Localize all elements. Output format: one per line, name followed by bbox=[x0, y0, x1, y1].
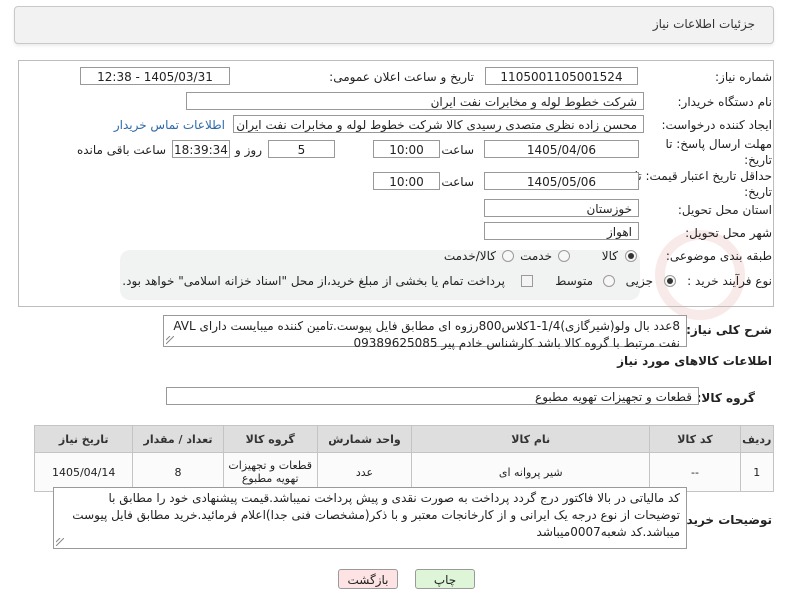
delivery-province-field: خوزستان bbox=[484, 199, 639, 217]
time-remaining-field: 18:39:34 bbox=[172, 140, 230, 158]
col-unit: واحد شمارش bbox=[316, 425, 413, 453]
reply-deadline-label: مهلت ارسال پاسخ: تا تاریخ: bbox=[665, 137, 772, 167]
buyer-notes-text: کد مالیاتی در بالا فاکتور درج گردد پرداخ… bbox=[72, 491, 680, 539]
col-need-date: تاریخ نیاز bbox=[33, 425, 134, 453]
cell-group: قطعات و تجهیزات تهویه مطبوع bbox=[222, 452, 318, 492]
delivery-city-field: اهواز bbox=[484, 222, 639, 240]
col-row-number: ردیف bbox=[739, 425, 775, 453]
cell-unit: عدد bbox=[316, 452, 413, 492]
back-button[interactable]: بازگشت bbox=[338, 569, 398, 589]
cell-quantity: 8 bbox=[132, 452, 224, 492]
resize-handle-icon[interactable] bbox=[166, 336, 174, 344]
col-item-name: نام کالا bbox=[411, 425, 651, 453]
print-button[interactable]: چاپ bbox=[415, 569, 475, 589]
page-header: جزئیات اطلاعات نیاز bbox=[14, 6, 774, 44]
category-option-service: خدمت bbox=[520, 249, 552, 263]
cell-need-date: 1405/04/14 bbox=[33, 452, 134, 492]
requester-label: ایجاد کننده درخواست: bbox=[661, 118, 772, 132]
days-remaining-field: 5 bbox=[268, 140, 335, 158]
process-type-label: نوع فرآیند خرید : bbox=[687, 274, 772, 288]
table-header-row: ردیف کد کالا نام کالا واحد شمارش گروه کا… bbox=[33, 425, 775, 453]
category-option-goods-service: کالا/خدمت bbox=[443, 249, 496, 263]
price-validity-time-label: ساعت bbox=[441, 175, 474, 189]
goods-group-label: گروه کالا: bbox=[696, 391, 755, 405]
time-remaining-label: ساعت باقی مانده bbox=[76, 143, 166, 157]
col-quantity: تعداد / مقدار bbox=[132, 425, 224, 453]
col-group: گروه کالا bbox=[222, 425, 318, 453]
general-desc-field: 8عدد بال ولو(شیرگازی)1/4-1کلاس800رزوه ای… bbox=[163, 315, 687, 350]
reply-deadline-time: 10:00 bbox=[373, 140, 440, 158]
delivery-city-label: شهر محل تحویل: bbox=[685, 226, 772, 240]
category-radio-service[interactable] bbox=[558, 250, 570, 262]
general-desc-label: شرح کلی نیاز: bbox=[686, 323, 772, 337]
process-radio-medium[interactable] bbox=[603, 275, 615, 287]
price-validity-label: حداقل تاریخ اعتبار قیمت: تا تاریخ: bbox=[634, 169, 772, 199]
need-details-page: جزئیات اطلاعات نیاز شماره نیاز: 11050011… bbox=[0, 0, 788, 606]
price-validity-time: 10:00 bbox=[373, 172, 440, 190]
resize-handle-icon[interactable] bbox=[56, 538, 64, 546]
page-title: جزئیات اطلاعات نیاز bbox=[652, 17, 755, 31]
need-number-field: 1105001105001524 bbox=[485, 67, 638, 85]
process-option-medium: متوسط bbox=[555, 274, 593, 288]
general-desc-text: 8عدد بال ولو(شیرگازی)1/4-1کلاس800رزوه ای… bbox=[173, 319, 680, 350]
requester-field: محسن زاده نظری متصدی رسیدی کالا شرکت خطو… bbox=[233, 115, 644, 133]
cell-row-number: 1 bbox=[739, 452, 775, 492]
goods-group-field: قطعات و تجهیزات تهویه مطبوع bbox=[166, 387, 699, 405]
price-validity-date: 1405/05/06 bbox=[484, 172, 639, 190]
cell-item-name: شیر پروانه ای bbox=[411, 452, 651, 492]
buyer-org-field: شرکت خطوط لوله و مخابرات نفت ایران bbox=[186, 92, 644, 110]
col-item-code: کد کالا bbox=[649, 425, 741, 453]
delivery-province-label: استان محل تحویل: bbox=[677, 203, 772, 217]
process-option-partial: جزیی bbox=[625, 274, 653, 288]
goods-info-title: اطلاعات کالاهای مورد نیاز bbox=[617, 354, 772, 368]
treasury-payment-checkbox[interactable] bbox=[521, 275, 533, 287]
category-label: طبقه بندی موضوعی: bbox=[665, 249, 772, 263]
goods-table: ردیف کد کالا نام کالا واحد شمارش گروه کا… bbox=[33, 425, 775, 492]
process-radio-partial[interactable] bbox=[664, 275, 676, 287]
buyer-org-label: نام دستگاه خریدار: bbox=[677, 95, 773, 109]
buyer-notes-field: کد مالیاتی در بالا فاکتور درج گردد پرداخ… bbox=[53, 487, 687, 549]
reply-deadline-date: 1405/04/06 bbox=[484, 140, 639, 158]
cell-item-code: -- bbox=[649, 452, 741, 492]
category-radio-goods-service[interactable] bbox=[502, 250, 514, 262]
announce-datetime-label: تاریخ و ساعت اعلان عمومی: bbox=[329, 70, 474, 84]
days-label: روز و bbox=[235, 143, 262, 157]
buyer-contact-link[interactable]: اطلاعات تماس خریدار bbox=[114, 118, 225, 132]
category-radio-goods[interactable] bbox=[625, 250, 637, 262]
treasury-payment-note: پرداخت تمام یا بخشی از مبلغ خرید،از محل … bbox=[122, 274, 505, 288]
need-number-label: شماره نیاز: bbox=[715, 70, 772, 84]
category-option-goods: کالا bbox=[601, 249, 618, 263]
reply-deadline-time-label: ساعت bbox=[441, 143, 474, 157]
announce-datetime-field: 1405/03/31 - 12:38 bbox=[80, 67, 230, 85]
table-row: 1 -- شیر پروانه ای عدد قطعات و تجهیزات ت… bbox=[33, 452, 775, 492]
